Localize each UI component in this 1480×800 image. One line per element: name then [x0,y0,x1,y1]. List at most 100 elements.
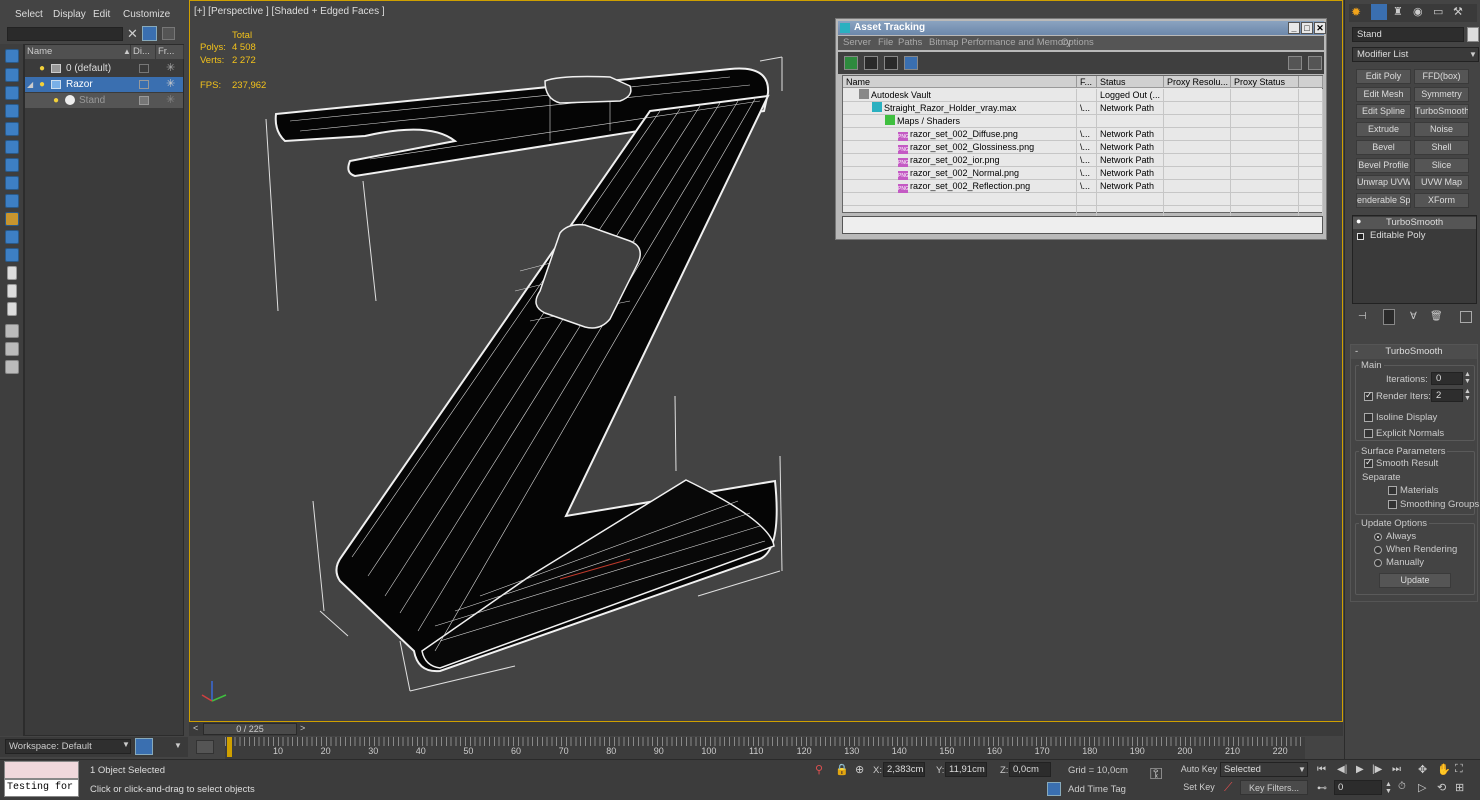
light-bulb-icon[interactable]: ● [1356,216,1361,226]
key-icon[interactable]: ⚿ [1150,766,1162,784]
spacewarps-filter-icon[interactable] [5,194,19,208]
asset-row[interactable]: PNGrazor_set_002_Reflection.png \... Netwo… [843,180,1323,193]
asset-row[interactable]: Straight_Razor_Holder_vray.max \... Networ… [843,102,1323,115]
render-iters-spinner[interactable]: 2 [1431,389,1463,402]
menu-options[interactable]: Options [1061,37,1094,48]
modifier-button-turbosmooth[interactable]: TurboSmooth [1414,104,1469,120]
modifier-button-bevel[interactable]: Bevel [1356,139,1411,155]
add-time-tag[interactable]: Add Time Tag [1068,784,1126,795]
modifier-button-edit-poly[interactable]: Edit Poly [1356,69,1411,84]
spinner-arrows-icon[interactable]: ▲ ▼ [1464,371,1471,385]
display-tab-icon[interactable]: ▭ [1433,5,1443,18]
modifier-button-edit-mesh[interactable]: Edit Mesh [1356,86,1411,102]
iterations-spinner[interactable]: 0 [1431,372,1463,385]
minimize-button[interactable]: _ [1288,22,1300,34]
find-icon[interactable] [5,360,19,374]
bones-filter-icon[interactable] [5,248,19,262]
manually-radio[interactable] [1374,559,1382,567]
freeze-snowflake-icon[interactable]: ✳ [166,77,175,92]
asset-row[interactable]: PNGrazor_set_002_Glossiness.png \... Netwo… [843,141,1323,154]
when-rendering-radio[interactable] [1374,546,1382,554]
table-view-icon[interactable] [884,56,898,70]
key-mode-toggle-icon[interactable]: ⊷ [1317,783,1327,794]
display-box-icon[interactable] [139,64,149,73]
object-name-input[interactable]: Stand [1352,27,1464,42]
menu-paths[interactable]: Paths [898,37,922,48]
column-display[interactable]: Di... [131,45,156,59]
time-slider-thumb[interactable]: 0 / 225 [203,723,297,735]
asset-row[interactable]: Maps / Shaders [843,115,1323,128]
funnel-icon[interactable] [5,324,19,338]
modifier-button-shell[interactable]: Shell [1414,139,1469,155]
asset-row[interactable]: PNGrazor_set_002_Diffuse.png \... Network … [843,128,1323,141]
asset-tracking-titlebar[interactable]: Asset Tracking _ □ ✕ [838,21,1326,35]
modifier-button-symmetry[interactable]: Symmetry [1414,86,1469,102]
object-color-swatch[interactable] [1467,27,1479,42]
pin-stack-icon[interactable]: ⊣ [1358,311,1367,322]
maxscript-listener-pink[interactable] [4,761,79,779]
maximize-viewport-icon[interactable]: ⛶ [1455,763,1463,776]
layer-row-razor[interactable]: ◢ ● Razor ✳ [25,77,183,92]
groups-filter-icon[interactable] [5,212,19,226]
smooth-result-checkbox[interactable] [1364,457,1373,468]
chevron-down-icon[interactable]: ▼ [174,741,182,750]
asset-row[interactable]: PNGrazor_set_002_ior.png \... Network Path [843,154,1323,167]
set-key-button[interactable]: Set Key [1180,780,1218,795]
filter-options-icon[interactable] [5,342,19,356]
modifier-button-extrude[interactable]: Extrude [1356,122,1411,138]
clear-search-icon[interactable]: ✕ [127,26,138,42]
walkthrough-icon[interactable]: ⊞ [1455,781,1464,794]
light-bulb-icon[interactable]: ● [39,61,45,76]
geometry-filter-icon[interactable] [5,104,19,118]
refresh-icon[interactable] [844,56,858,70]
modifier-button-unwrap-uvw[interactable]: Unwrap UVW [1356,175,1411,191]
frozen-filter-icon[interactable] [7,284,17,298]
menu-file[interactable]: File [878,37,893,48]
column-extra[interactable] [1299,76,1323,88]
always-radio[interactable] [1374,533,1382,541]
column-freeze[interactable]: Fr... [156,45,184,59]
freeze-snowflake-icon[interactable]: ✳ [166,61,175,76]
modifier-list-dropdown[interactable]: Modifier List [1352,47,1479,62]
display-box-icon[interactable] [139,80,149,89]
stack-item-editable-poly[interactable]: Editable Poly [1353,230,1476,242]
modify-tab-icon[interactable] [1371,4,1387,20]
zoom-extents-icon[interactable]: ✥ [1418,763,1427,776]
rollout-header[interactable]: - TurboSmooth [1351,345,1477,359]
time-tag-icon[interactable] [1047,782,1061,796]
current-frame-input[interactable]: 0 [1334,780,1382,795]
maximize-button[interactable]: □ [1301,22,1313,34]
invert-icon[interactable] [5,86,19,100]
modifier-button-bevel-profile[interactable]: Bevel Profile [1356,157,1411,173]
containers-filter-icon[interactable] [7,266,17,280]
spinner-arrows-icon[interactable]: ▲ ▼ [1385,781,1392,795]
selection-lock-icon[interactable]: 🔒 [835,763,849,776]
time-config-icon[interactable]: ⏱ [1398,781,1406,792]
hierarchy-tab-icon[interactable]: ♜ [1393,5,1403,18]
stack-item-turbosmooth[interactable]: ● TurboSmooth [1353,216,1476,229]
modifier-button-noise[interactable]: Noise [1414,122,1469,138]
isolate-selection-icon[interactable]: ⚲ [815,763,823,776]
column-full-path[interactable]: F... [1077,76,1097,88]
explorer-layers-icon[interactable] [135,738,153,755]
asset-tracking-status-field[interactable] [842,216,1323,234]
menu-bitmap-performance[interactable]: Bitmap Performance and Memory [929,37,1071,48]
maxscript-listener-input[interactable]: Testing for ; [4,779,79,797]
timeline-track[interactable]: 10 20 30 40 50 60 70 80 90 100 110 120 130 140 150 160 1… [225,737,1305,759]
isoline-display-checkbox[interactable] [1364,413,1373,422]
key-filter-icon[interactable]: ⟋ [1224,780,1232,795]
collapse-triangle-icon[interactable]: ◢ [27,77,33,92]
remove-modifier-icon[interactable]: 🗑 [1430,311,1443,322]
next-frame-icon[interactable]: > [300,723,305,733]
pan-view-icon[interactable]: ✋ [1437,763,1451,776]
column-proxy-resolution[interactable]: Proxy Resolu... [1164,76,1231,88]
menu-select[interactable]: Select [15,9,43,20]
column-status[interactable]: Status [1097,76,1164,88]
time-slider[interactable]: < 0 / 225 > [189,722,1343,736]
next-key-icon[interactable]: |▶ [1372,764,1382,775]
freeze-snowflake-icon[interactable]: ✳ [166,93,175,108]
explicit-normals-checkbox[interactable] [1364,429,1373,438]
prev-frame-icon[interactable]: < [193,723,198,733]
column-name[interactable]: Name [25,45,131,59]
update-button[interactable]: Update [1379,573,1451,588]
